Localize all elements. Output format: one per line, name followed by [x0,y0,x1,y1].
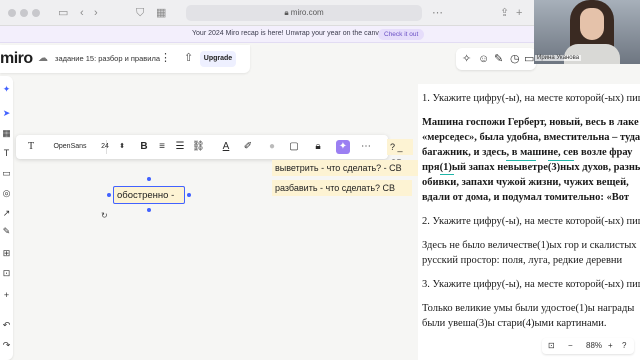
bold-icon[interactable]: B [138,140,150,154]
font-size-stepper-icon[interactable]: ⬍ [118,140,126,154]
emoji-icon[interactable]: ☺︎ [478,52,489,66]
doc-line: «мерседес», была удобна, вместительна – … [422,132,640,143]
miro-logo[interactable]: miro [0,50,33,68]
doc-line: Только великие умы были удостое(1)ы нагр… [422,303,635,314]
resize-handle-top[interactable] [147,177,151,181]
creation-toolbar: ✦ ➤ ▦ T ▭ ◎ ↗ ✎ ⊞ ⊡ + ↶ ↷ [0,76,13,360]
reactions-icon[interactable]: ✧ [462,52,471,66]
zoom-controls: ⊡ − 88% + ? [542,338,634,354]
font-family-select[interactable]: OpenSans [50,140,90,154]
ai-sparkle-icon[interactable]: ✦ [1,84,12,95]
document-panel: 1. Укажите цифру(-ы), на месте которой(-… [418,84,640,360]
templates-icon[interactable]: ▦ [1,128,12,139]
board-icon: ☁︎ [38,53,48,64]
sticky-note[interactable]: ? _ СВ [387,139,413,168]
more-dots-icon[interactable]: ⋯ [432,6,443,20]
pen-icon[interactable]: ✎ [1,226,12,237]
fit-screen-icon[interactable]: ⊡ [548,340,555,352]
text-color-icon[interactable]: A [220,140,232,154]
doc-line: багажник, и здесь, в машине, сев возле ф… [422,147,633,158]
webcam-person-face [580,8,604,40]
doc-line: русский простор: поля, луга, редкие дере… [422,255,623,266]
address-bar[interactable]: 🔒︎ miro.com [186,5,422,21]
selected-text-box[interactable]: обостренно - [113,186,185,204]
more-tools-icon[interactable]: + [1,290,12,301]
doc-task-1: 1. Укажите цифру(-ы), на месте которой(-… [422,93,640,104]
address-url: miro.com [290,8,324,17]
doc-line: обивки, запахи чужой жизни, чужих вещей, [422,177,629,188]
ai-assist-button[interactable]: ✦ [336,140,350,154]
tabs-icon[interactable]: ▦ [156,6,166,20]
text-style-icon[interactable]: T [24,140,38,154]
text-tool-icon[interactable]: T [1,148,12,159]
connector-icon[interactable]: ↗ [1,208,12,219]
resize-handle-right[interactable] [187,193,191,197]
doc-line: были увеша(3)ы стари(4)ыми картинами. [422,318,607,329]
doc-task-2: 2. Укажите цифру(-ы), на месте которой(-… [422,216,640,227]
sticky-note[interactable]: разбавить - что сделать? СВ [272,180,412,196]
link-icon[interactable]: ⛓︎ [192,140,205,154]
pen-annotation [548,160,574,161]
export-icon[interactable]: ⇧ [184,51,193,64]
doc-task-3: 3. Укажите цифру(-ы), на месте которой(-… [422,279,640,290]
shield-icon[interactable]: ⛉ [136,6,144,20]
chat-icon[interactable]: ▭ [524,52,534,66]
sticky-note-text: выветрить - что сделать? - СВ [275,163,402,173]
doc-line: вдали от дома, и подумал томительно: «Во… [422,192,629,203]
pen-annotation [506,160,536,161]
lock-icon[interactable]: 🔒︎ [312,140,324,154]
rotate-icon[interactable]: ↻ [101,211,108,220]
more-options-icon[interactable]: ⋯ [360,140,372,154]
banner-cta-button[interactable]: Check it out [378,29,425,40]
help-icon[interactable]: ? [622,340,626,352]
shapes-icon[interactable]: ◎ [1,188,12,199]
editing-text[interactable]: обостренно - [117,189,174,202]
doc-line: Здесь не было величестве(1)ых гор и скал… [422,240,637,251]
resize-handle-bottom[interactable] [147,208,151,212]
sticky-note[interactable]: выветрить - что сделать? - СВ [272,160,418,176]
window-close-button[interactable] [8,9,16,17]
board-menu-icon[interactable]: ⋮ [160,51,171,64]
align-left-icon[interactable]: ≡ [156,140,168,154]
resize-handle-left[interactable] [107,193,111,197]
webcam-name-label: Ирина Уканова [535,55,582,61]
sticky-note-text: разбавить - что сделать? СВ [275,183,396,193]
doc-line: пря(1)ый запах невыветре(3)ных духов, ра… [422,162,640,173]
sticky-note-icon[interactable]: ▭ [1,168,12,179]
zoom-out-icon[interactable]: − [568,340,573,352]
font-size-input[interactable]: 24 [98,140,112,154]
webcam-person-shirt [564,44,620,64]
sidebar-toggle-icon[interactable]: ▭ [58,6,68,20]
doc-line: Машина госпожи Герберт, новый, весь в ла… [422,117,639,128]
share-icon[interactable]: ⇪ [500,6,509,20]
text-format-toolbar: T OpenSans 24 ⬍ B ≡ ☰ ⛓︎ A ✐ ● ▢ 🔒︎ ✦ ⋯ [16,135,388,159]
fill-color-icon[interactable]: ● [266,140,278,154]
window-zoom-button[interactable] [32,9,40,17]
upload-icon[interactable]: ⊡ [1,268,12,279]
back-arrow-icon[interactable]: ‹ [80,6,84,20]
board-title[interactable]: задание 15: разбор и правила [55,54,160,63]
zoom-in-icon[interactable]: + [608,340,613,352]
pen-annotation [440,174,454,175]
frame-icon[interactable]: ⊞ [1,248,12,259]
bullet-list-icon[interactable]: ☰ [174,140,186,154]
timer-icon[interactable]: ◷ [510,52,520,66]
forward-arrow-icon[interactable]: › [94,6,98,20]
upgrade-button[interactable]: Upgrade [200,51,236,67]
new-tab-icon[interactable]: + [516,6,522,20]
comment-icon[interactable]: ✎ [494,52,503,66]
window-minimize-button[interactable] [20,9,28,17]
comment-add-icon[interactable]: ▢ [288,140,300,154]
screen: ▭ ‹ › ⛉ ▦ 🔒︎ miro.com ⋯ ⇪ + Your 2024 Mi… [0,0,640,360]
zoom-level[interactable]: 88% [586,340,602,352]
collaboration-toolbar: ✧ ☺︎ ✎ ◷ ▭ [456,48,536,70]
undo-icon[interactable]: ↶ [1,320,12,331]
select-cursor-icon[interactable]: ➤ [1,108,12,119]
highlight-icon[interactable]: ✐ [242,140,254,154]
board-topbar: miro ☁︎ задание 15: разбор и правила ⋮ ⇧… [0,45,250,73]
redo-icon[interactable]: ↷ [1,340,12,351]
banner-text: Your 2024 Miro recap is here! Unwrap you… [192,30,389,37]
